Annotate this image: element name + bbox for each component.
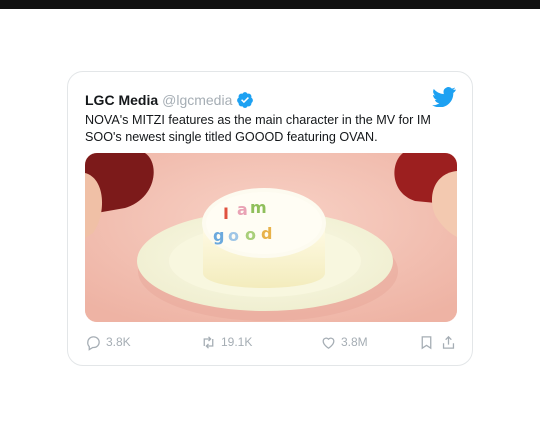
svg-text:m: m: [250, 198, 267, 217]
tweet-text: NOVA's MITZI features as the main charac…: [85, 113, 431, 144]
heart-icon: [322, 337, 335, 349]
twitter-bird-icon[interactable]: [432, 87, 456, 108]
retweet-count: 19.1K: [221, 335, 253, 349]
bookmark-icon: [421, 335, 432, 349]
svg-text:o: o: [228, 226, 239, 245]
user-handle[interactable]: @lgcmedia: [162, 92, 232, 108]
cake-plate-image: I a m g o o d: [85, 153, 457, 322]
reply-button[interactable]: 3.8K: [85, 331, 131, 353]
svg-text:g: g: [213, 226, 224, 245]
svg-text:a: a: [237, 200, 248, 219]
reply-icon: [87, 335, 100, 351]
bookmark-button[interactable]: [418, 331, 435, 353]
share-button[interactable]: [440, 331, 457, 353]
svg-text:d: d: [261, 224, 272, 243]
retweet-button[interactable]: 19.1K: [200, 331, 252, 353]
top-bar: [0, 0, 540, 9]
verified-badge-icon: [236, 91, 254, 109]
svg-text:o: o: [245, 225, 256, 244]
reply-count: 3.8K: [106, 335, 131, 349]
display-name[interactable]: LGC Media: [85, 92, 158, 108]
share-icon: [442, 335, 455, 349]
tweet-card[interactable]: LGC Media @lgcmedia NOVA's MITZI feature…: [67, 71, 473, 366]
like-count: 3.8M: [341, 335, 368, 349]
tweet-media[interactable]: I a m g o o d: [85, 153, 457, 322]
tweet-actions: 3.8K 19.1K 3.8M: [85, 331, 457, 353]
tweet-header: LGC Media @lgcmedia: [85, 90, 254, 110]
svg-text:I: I: [223, 204, 229, 223]
like-button[interactable]: 3.8M: [320, 331, 368, 353]
retweet-icon: [203, 335, 214, 349]
